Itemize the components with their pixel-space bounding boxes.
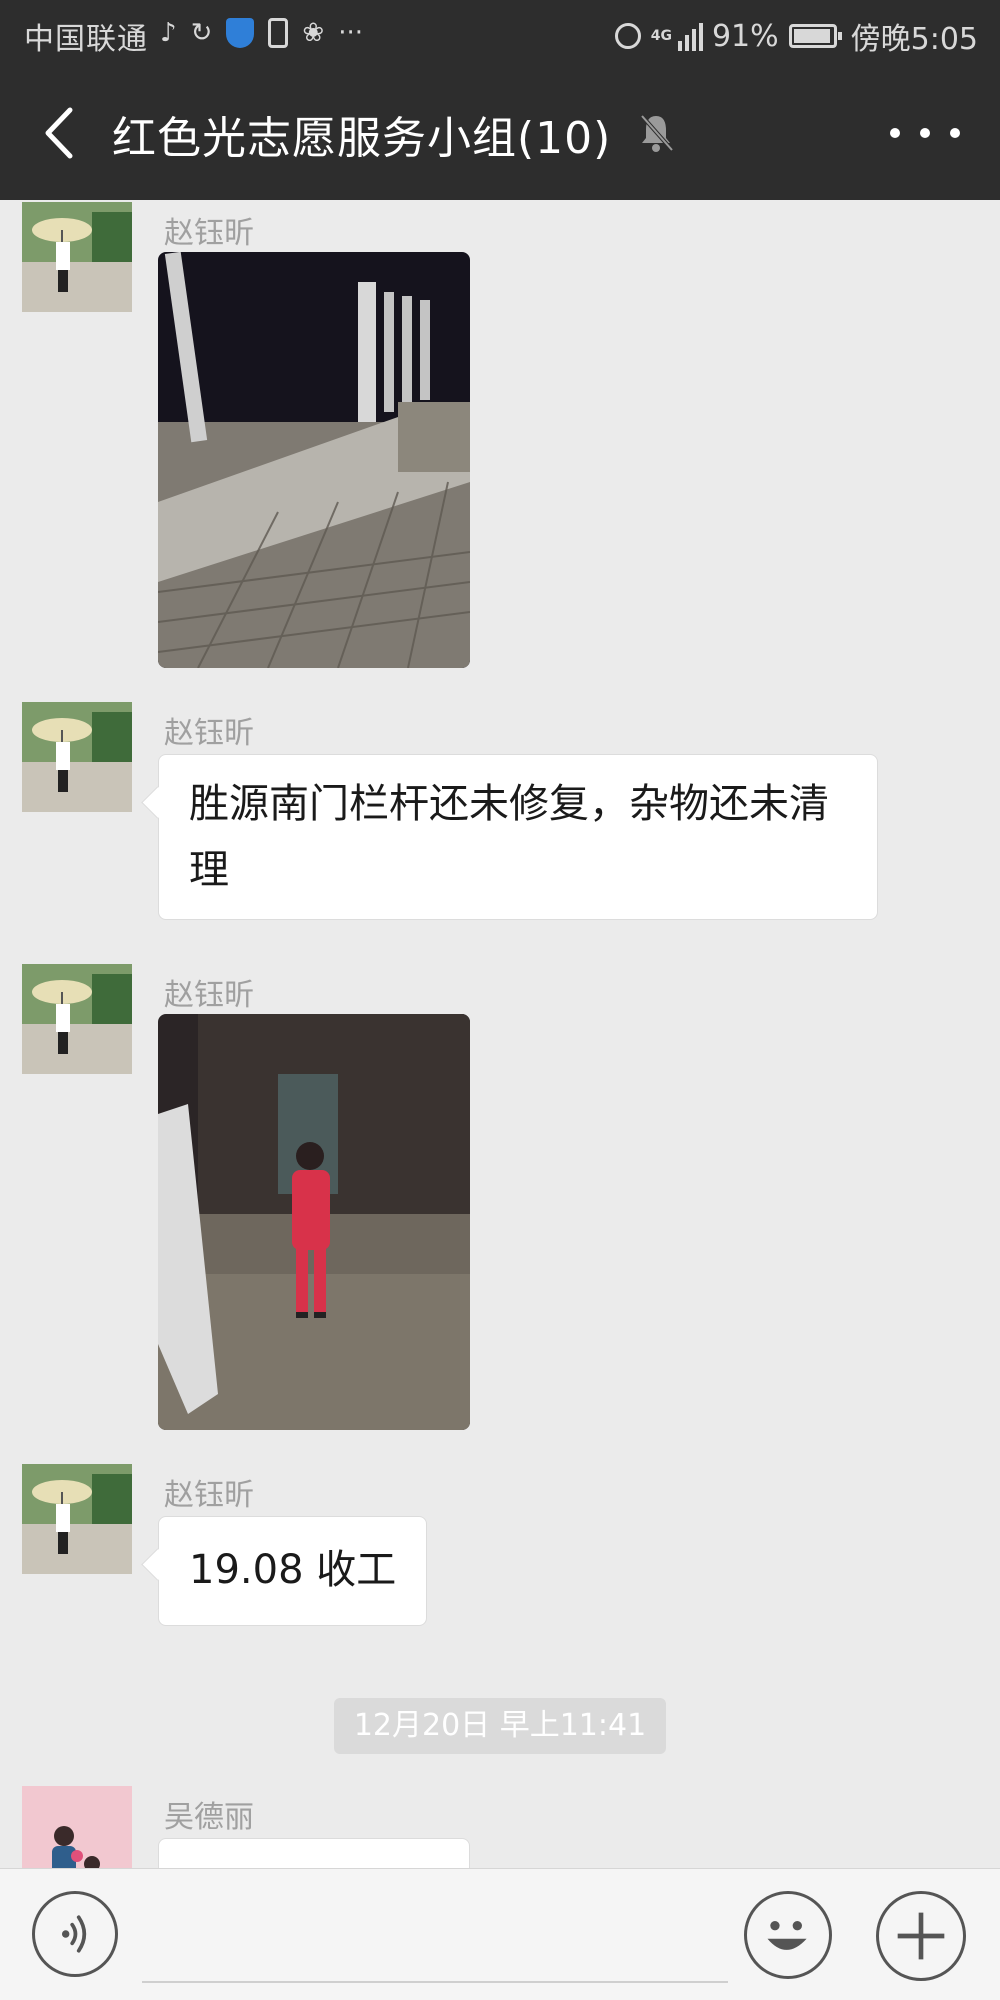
battery-icon (788, 24, 842, 48)
input-bar (0, 1868, 1000, 2000)
avatar[interactable] (22, 702, 132, 812)
title-bar: 红色光志愿服务小组(10) (0, 68, 1000, 200)
clock: 傍晚5:05 (850, 22, 978, 57)
add-more-button[interactable] (876, 1891, 966, 1981)
sync-icon: ↻ (190, 18, 213, 48)
photo-person-in-red (158, 1014, 470, 1430)
photo-night-railing (158, 252, 470, 668)
dot-icon (920, 128, 930, 138)
more-options-button[interactable] (890, 108, 960, 158)
sender-name: 赵钰昕 (164, 216, 254, 251)
image-message[interactable] (158, 1014, 470, 1430)
message-list[interactable]: 赵钰昕 赵钰昕 胜源南门栏杆还未修复，杂物还未清理 赵钰昕 赵钰昕 19.08 … (0, 200, 1000, 1870)
image-message[interactable] (158, 252, 470, 668)
plus-icon (897, 1912, 945, 1960)
chat-title: 红色光志愿服务小组(10) (112, 113, 612, 164)
dot-icon (890, 128, 900, 138)
text-bubble[interactable] (158, 1838, 470, 1870)
sender-name: 吴德丽 (164, 1800, 254, 1835)
more-dots-icon: ··· (338, 18, 363, 48)
voice-icon (61, 1915, 87, 1953)
chevron-left-icon (45, 107, 73, 159)
text-bubble[interactable]: 19.08 收工 (158, 1516, 428, 1626)
avatar[interactable] (22, 202, 132, 312)
avatar[interactable] (22, 964, 132, 1074)
mute-bell-icon (640, 114, 674, 152)
avatar[interactable] (22, 1464, 132, 1574)
avatar-image (22, 202, 132, 312)
shield-icon (226, 18, 255, 48)
avatar-image (22, 1464, 132, 1574)
hd-audio-icon: ♪ (160, 18, 177, 48)
sender-name: 赵钰昕 (164, 1478, 254, 1513)
avatar-image (22, 964, 132, 1074)
lock-icon (268, 18, 289, 48)
sender-name: 赵钰昕 (164, 978, 254, 1013)
alarm-icon (614, 23, 641, 49)
voice-input-button[interactable] (32, 1891, 118, 1977)
timestamp-label: 12月20日 早上11:41 (334, 1698, 666, 1754)
battery-percent: 91% (711, 18, 779, 54)
carrier-label: 中国联通 (24, 22, 148, 57)
avatar-image (22, 1786, 132, 1870)
status-icons-left: ♪ ↻ ❀ ··· (160, 16, 377, 50)
smiley-icon (767, 1921, 807, 1950)
back-button[interactable] (30, 98, 90, 168)
huawei-icon: ❀ (302, 18, 325, 48)
dot-icon (950, 128, 960, 138)
sender-name: 赵钰昕 (164, 716, 254, 751)
status-bar: 中国联通 ♪ ↻ ❀ ··· 4G 91% 傍晚5:05 (0, 0, 1000, 68)
network-type: 4G (650, 28, 672, 44)
message-input[interactable] (142, 1899, 728, 1983)
status-icons-right: 4G 91% 傍晚5:05 (614, 14, 978, 58)
signal-icon (677, 21, 706, 51)
emoji-button[interactable] (744, 1891, 832, 1979)
avatar-image (22, 702, 132, 812)
avatar[interactable] (22, 1786, 132, 1870)
chat-screen: 中国联通 ♪ ↻ ❀ ··· 4G 91% 傍晚5:05 红色光志愿服务小组(1 (0, 0, 1000, 2000)
text-bubble[interactable]: 胜源南门栏杆还未修复，杂物还未清理 (158, 754, 878, 920)
